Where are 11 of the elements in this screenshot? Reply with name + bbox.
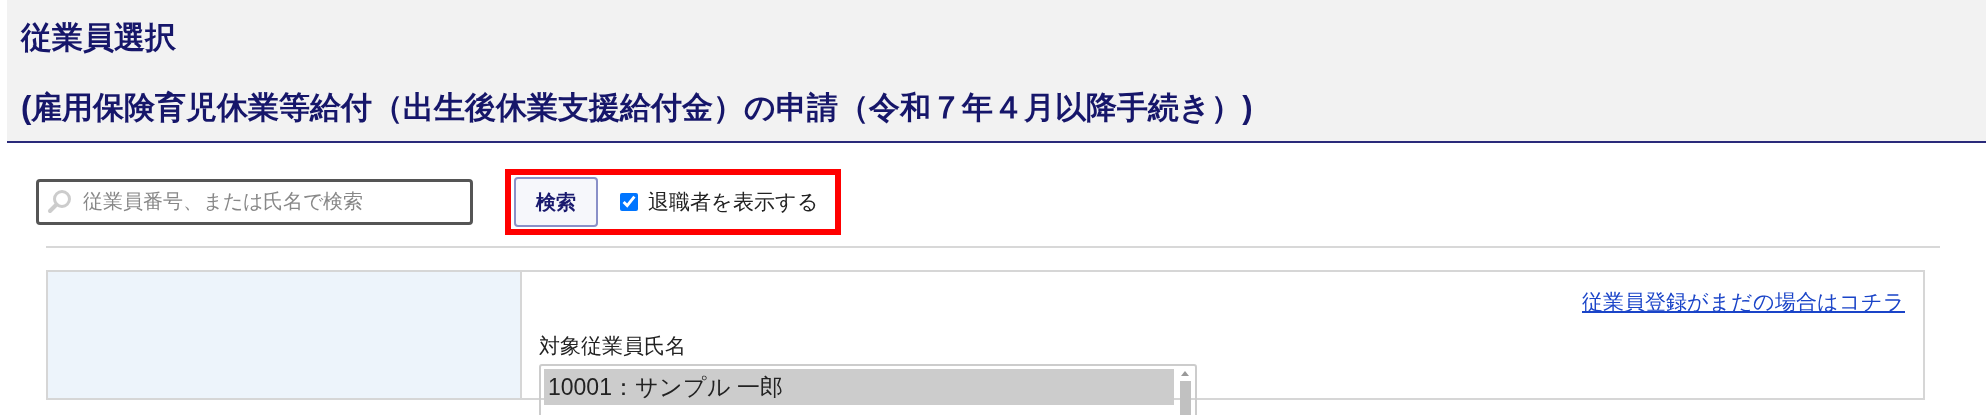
register-link[interactable]: 従業員登録がまだの場合はコチラ — [1582, 289, 1905, 313]
checkbox[interactable] — [620, 192, 638, 211]
page-subtitle: (雇用保険育児休業等給付（出生後休業支援給付金）の申請（令和７年４月以降手続き）) — [21, 89, 1254, 128]
field-label: 対象従業員氏名 — [539, 333, 687, 360]
page-title: 従業員選択 — [21, 19, 177, 57]
list-option[interactable]: 10001：サンプル 一郎 — [544, 368, 1174, 406]
search-icon — [47, 188, 73, 215]
search-button[interactable]: 検索 — [514, 176, 598, 227]
search-field[interactable]: 従業員番号、または氏名で検索 — [36, 178, 473, 225]
employee-listbox[interactable]: 10001：サンプル 一郎 — [539, 363, 1197, 415]
checkbox-label: 退職者を表示する — [648, 188, 819, 215]
